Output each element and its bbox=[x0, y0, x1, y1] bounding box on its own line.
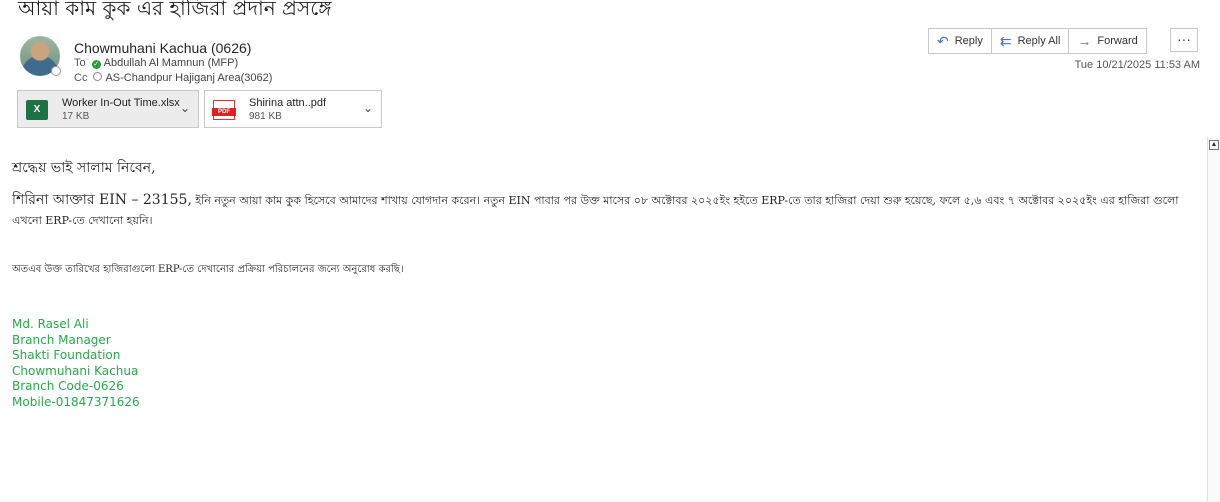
body-paragraph-2: অতএব উক্ত তারিখের হাজিরাগুলো ERP-তে দেখা… bbox=[12, 264, 404, 275]
email-subject: আয়া কাম কুক এর হাজিরা প্রদান প্রসঙ্গে bbox=[18, 0, 332, 20]
to-recipients: To ✓ Abdullah Al Mamnun (MFP) bbox=[74, 57, 238, 69]
signature-mobile: Mobile-01847371626 bbox=[12, 394, 140, 409]
cc-recipients: Cc AS-Chandpur Hajiganj Area(3062) bbox=[74, 72, 272, 84]
attachment-xlsx[interactable]: X Worker In-Out Time.xlsx 17 KB ⌄ bbox=[17, 90, 199, 128]
signature-title: Branch Manager bbox=[12, 332, 111, 347]
to-recipient[interactable]: Abdullah Al Mamnun (MFP) bbox=[104, 57, 239, 69]
signature-name: Md. Rasel Ali bbox=[12, 317, 89, 331]
offline-status-icon bbox=[93, 72, 103, 81]
forward-label: Forward bbox=[1097, 35, 1138, 47]
attachment-pdf[interactable]: PDF Shirina attn..pdf 981 KB ⌄ bbox=[204, 90, 382, 128]
pdf-file-icon: PDF bbox=[212, 100, 236, 120]
attachment-size: 17 KB bbox=[62, 111, 90, 122]
sender-name[interactable]: Chowmuhani Kachua (0626) bbox=[74, 40, 251, 56]
available-status-icon: ✓ bbox=[91, 60, 101, 69]
signature-branch: Chowmuhani Kachua bbox=[12, 363, 139, 378]
chevron-down-icon[interactable]: ⌄ bbox=[363, 101, 373, 115]
more-actions-button[interactable]: ··· bbox=[1170, 28, 1198, 52]
excel-file-icon: X bbox=[26, 100, 48, 120]
reply-all-icon: ⇇ bbox=[999, 32, 1012, 49]
signature-block: Md. Rasel Ali Branch Manager Shakti Foun… bbox=[12, 317, 140, 410]
chevron-down-icon[interactable]: ⌄ bbox=[180, 101, 190, 115]
attachment-name: Shirina attn..pdf bbox=[249, 97, 327, 109]
reply-button[interactable]: ↶ Reply bbox=[929, 29, 992, 53]
to-label: To bbox=[74, 57, 86, 69]
message-actions: ↶ Reply ⇇ Reply All → Forward bbox=[928, 28, 1147, 54]
signature-org: Shakti Foundation bbox=[12, 348, 121, 362]
body-paragraph-1: শিরিনা আক্তার EIN – 23155, ইনি নতুন আয়া… bbox=[12, 190, 1207, 231]
scroll-up-icon[interactable]: ▲ bbox=[1209, 140, 1219, 150]
forward-icon: → bbox=[1077, 33, 1092, 49]
presence-status-icon bbox=[51, 66, 61, 76]
vertical-scrollbar[interactable]: ▲ bbox=[1207, 137, 1220, 502]
cc-recipient[interactable]: AS-Chandpur Hajiganj Area(3062) bbox=[105, 72, 272, 84]
sent-date: Tue 10/21/2025 11:53 AM bbox=[1074, 59, 1200, 71]
reply-all-label: Reply All bbox=[1017, 35, 1061, 47]
attachment-size: 981 KB bbox=[249, 111, 282, 122]
attachment-name: Worker In-Out Time.xlsx bbox=[62, 97, 180, 109]
reply-icon: ↶ bbox=[937, 32, 949, 49]
forward-button[interactable]: → Forward bbox=[1069, 29, 1145, 53]
greeting: শ্রদ্ধেয় ভাই সালাম নিবেন, bbox=[12, 160, 156, 176]
reply-label: Reply bbox=[954, 35, 983, 47]
reply-all-button[interactable]: ⇇ Reply All bbox=[992, 29, 1070, 53]
cc-label: Cc bbox=[74, 72, 88, 84]
paragraph-lead: শিরিনা আক্তার EIN – 23155, bbox=[12, 192, 192, 208]
signature-code: Branch Code-0626 bbox=[12, 379, 124, 393]
